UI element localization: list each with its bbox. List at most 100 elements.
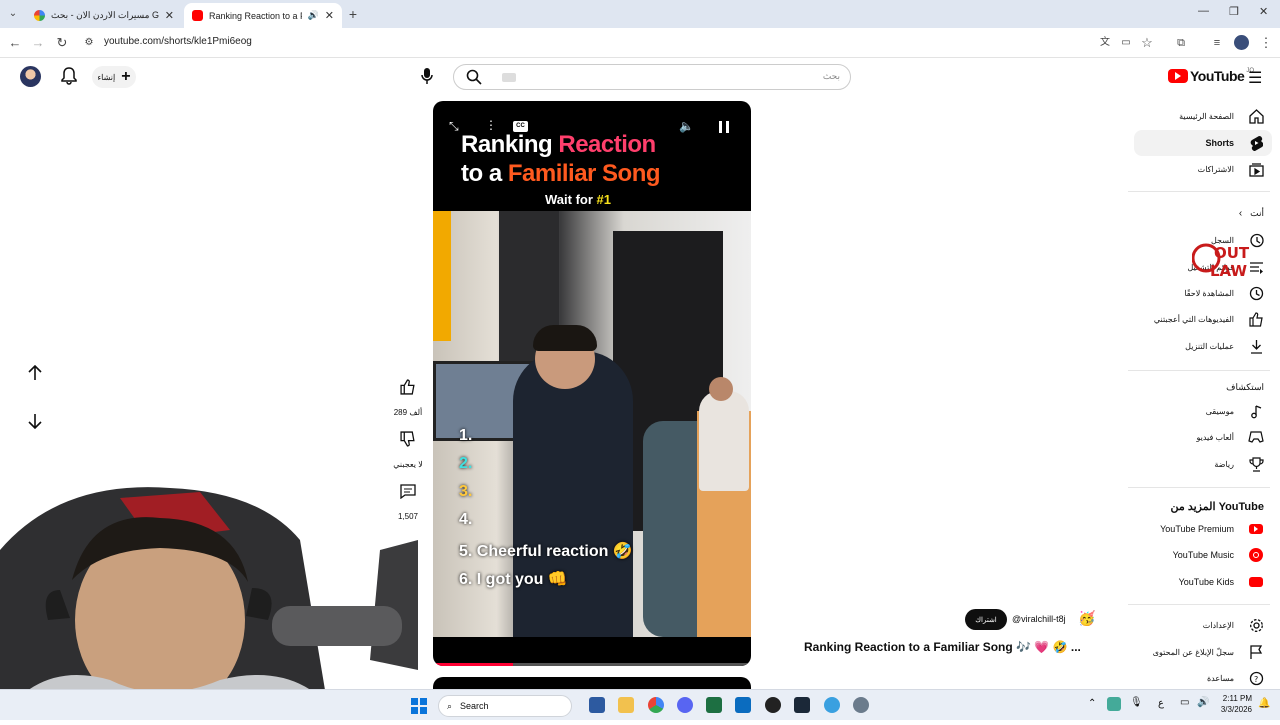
- search-input[interactable]: بحث: [823, 71, 840, 82]
- guide-menu-icon[interactable]: ☰: [1248, 68, 1262, 88]
- video-caption[interactable]: Ranking Reaction to a Familiar Song 🎶 💗 …: [804, 640, 1081, 654]
- thumbs-down-icon: [400, 431, 415, 447]
- reading-list-icon[interactable]: ≡: [1208, 34, 1226, 52]
- task-view-icon[interactable]: [589, 697, 605, 713]
- video-title-line2: to a Familiar Song: [461, 160, 661, 187]
- sidebar-item-yt-music[interactable]: YouTube Music: [1134, 542, 1272, 568]
- next-short-preview[interactable]: [433, 677, 751, 689]
- flag-icon: [1248, 644, 1264, 660]
- account-avatar[interactable]: [20, 66, 41, 87]
- sidebar-item-home[interactable]: الصفحة الرئيسية: [1134, 103, 1272, 129]
- tab-google-search[interactable]: مسيرات الاردن الان - بحث Google ✕: [26, 3, 182, 28]
- app-icon[interactable]: [735, 697, 751, 713]
- subscribe-button[interactable]: اشتراك: [965, 609, 1007, 630]
- keyboard-icon[interactable]: [502, 73, 516, 82]
- fullscreen-icon[interactable]: ⤡: [449, 119, 459, 134]
- excel-icon[interactable]: [706, 697, 722, 713]
- file-explorer-icon[interactable]: [618, 697, 634, 713]
- sidebar-item-liked-videos[interactable]: الفيديوهات التي أعجبتني: [1134, 306, 1272, 332]
- svg-text:OUT: OUT: [1214, 244, 1250, 262]
- sidebar-item-help[interactable]: مساعدة ?: [1134, 665, 1272, 691]
- like-count: 289 ألف: [393, 408, 423, 417]
- sidebar-you-heading[interactable]: ‹ أنت: [1239, 208, 1264, 219]
- tray-app-icon[interactable]: [1107, 697, 1121, 711]
- browser-tab-strip: ⌄ مسيرات الاردن الان - بحث Google ✕ Rank…: [0, 0, 1280, 28]
- sidebar-item-shorts[interactable]: Shorts: [1134, 130, 1272, 156]
- sidebar-item-watch-later[interactable]: المشاهدة لاحقًا: [1134, 280, 1272, 306]
- maximize-icon[interactable]: ❐: [1229, 5, 1239, 18]
- youtube-logo[interactable]: YouTube JO: [1168, 68, 1254, 84]
- notifications-bell-icon[interactable]: [61, 67, 77, 90]
- close-window-icon[interactable]: ✕: [1259, 5, 1268, 18]
- video-subtitle: Wait for #1: [545, 192, 611, 207]
- youtube-play-icon: [1168, 69, 1188, 83]
- close-tab-icon[interactable]: ✕: [165, 9, 174, 22]
- pause-icon[interactable]: [719, 121, 729, 133]
- microphone-icon[interactable]: 🎙: [1130, 697, 1143, 708]
- site-info-icon[interactable]: ⚙: [80, 34, 98, 52]
- bookmark-star-icon[interactable]: ☆: [1138, 34, 1156, 52]
- thumbs-up-icon: [1248, 311, 1264, 327]
- more-options-icon[interactable]: ⋮: [485, 118, 497, 132]
- notifications-icon[interactable]: 🔔: [1258, 698, 1270, 709]
- extensions-icon[interactable]: ⧉: [1172, 34, 1190, 52]
- sidebar-item-yt-kids[interactable]: YouTube Kids: [1134, 569, 1272, 595]
- input-language[interactable]: ع: [1158, 698, 1164, 709]
- sidebar-item-yt-premium[interactable]: YouTube Premium: [1134, 516, 1272, 542]
- search-box: بحث: [453, 64, 851, 90]
- settings-gear-icon[interactable]: [853, 697, 869, 713]
- progress-bar[interactable]: [433, 663, 751, 666]
- cast-icon[interactable]: ▭: [1117, 34, 1135, 52]
- dislike-action: لا يعجبني: [393, 424, 423, 469]
- sidebar-item-downloads[interactable]: عمليات التنزيل: [1134, 333, 1272, 359]
- search-button[interactable]: [454, 65, 494, 89]
- dislike-button[interactable]: [393, 424, 423, 454]
- sidebar-item-sports[interactable]: رياضة: [1134, 451, 1272, 477]
- sidebar-divider: [1128, 191, 1270, 192]
- close-tab-icon[interactable]: ✕: [325, 9, 334, 22]
- sidebar-item-settings[interactable]: الإعدادات: [1134, 612, 1272, 638]
- shorts-player[interactable]: ⤡ ⋮ CC 🔈 Ranking Reaction to a Familiar …: [433, 101, 751, 666]
- sidebar-item-subscriptions[interactable]: الاشتراكات: [1134, 156, 1272, 182]
- webcam-overlay: [0, 470, 418, 720]
- volume-icon[interactable]: 🔈: [679, 119, 694, 133]
- shorts-icon: [1248, 135, 1264, 151]
- new-tab-button[interactable]: +: [344, 5, 362, 23]
- taskbar-search[interactable]: ⌕ Search: [438, 695, 572, 717]
- previous-short-button[interactable]: [18, 356, 52, 390]
- minimize-icon[interactable]: —: [1198, 5, 1209, 17]
- discord-icon[interactable]: [677, 697, 693, 713]
- channel-handle[interactable]: @viralchill-t8j: [1012, 614, 1066, 624]
- tab-youtube-shorts[interactable]: Ranking Reaction to a Fami 🔊 ✕: [184, 3, 342, 28]
- reload-icon[interactable]: ↻: [53, 34, 71, 52]
- video-frame[interactable]: 1. 2. 3. 4. 5. Cheerful reaction 🤣 6. I …: [433, 211, 751, 637]
- taskbar-clock[interactable]: 2:11 PM 3/3/2026: [1216, 693, 1252, 715]
- next-short-button[interactable]: [18, 404, 52, 438]
- like-button[interactable]: [393, 372, 423, 402]
- profile-avatar[interactable]: [1234, 35, 1249, 50]
- forward-icon[interactable]: →: [29, 34, 47, 52]
- sidebar-divider: [1128, 370, 1270, 371]
- create-button[interactable]: إنشاء +: [92, 66, 136, 88]
- translate-icon[interactable]: 文: [1096, 34, 1114, 52]
- tab-list-chevron-icon[interactable]: ⌄: [4, 5, 22, 23]
- network-icon[interactable]: ▭: [1180, 697, 1189, 708]
- volume-icon[interactable]: 🔊: [1197, 697, 1209, 708]
- chrome-icon[interactable]: [648, 697, 664, 713]
- windows-start-icon[interactable]: [411, 698, 427, 714]
- browser-menu-icon[interactable]: ⋮: [1257, 34, 1275, 52]
- voice-search-icon[interactable]: [420, 67, 434, 90]
- dislike-label: لا يعجبني: [393, 460, 423, 469]
- sidebar-item-report-history[interactable]: سجلّ الإبلاغ عن المحتوى: [1134, 639, 1272, 665]
- steam-icon[interactable]: [794, 697, 810, 713]
- url-field[interactable]: youtube.com/shorts/kle1Pmi6eog: [104, 36, 252, 47]
- chevron-up-icon[interactable]: ⌃: [1088, 698, 1096, 709]
- channel-avatar[interactable]: 🥳: [1078, 610, 1095, 627]
- sidebar-item-music[interactable]: موسيقى: [1134, 398, 1272, 424]
- back-icon[interactable]: ←: [6, 34, 24, 52]
- audio-playing-icon[interactable]: 🔊: [308, 10, 319, 21]
- download-icon: [1248, 338, 1264, 354]
- app-icon[interactable]: [824, 697, 840, 713]
- obs-icon[interactable]: [765, 697, 781, 713]
- sidebar-item-gaming[interactable]: ألعاب فيديو: [1134, 424, 1272, 450]
